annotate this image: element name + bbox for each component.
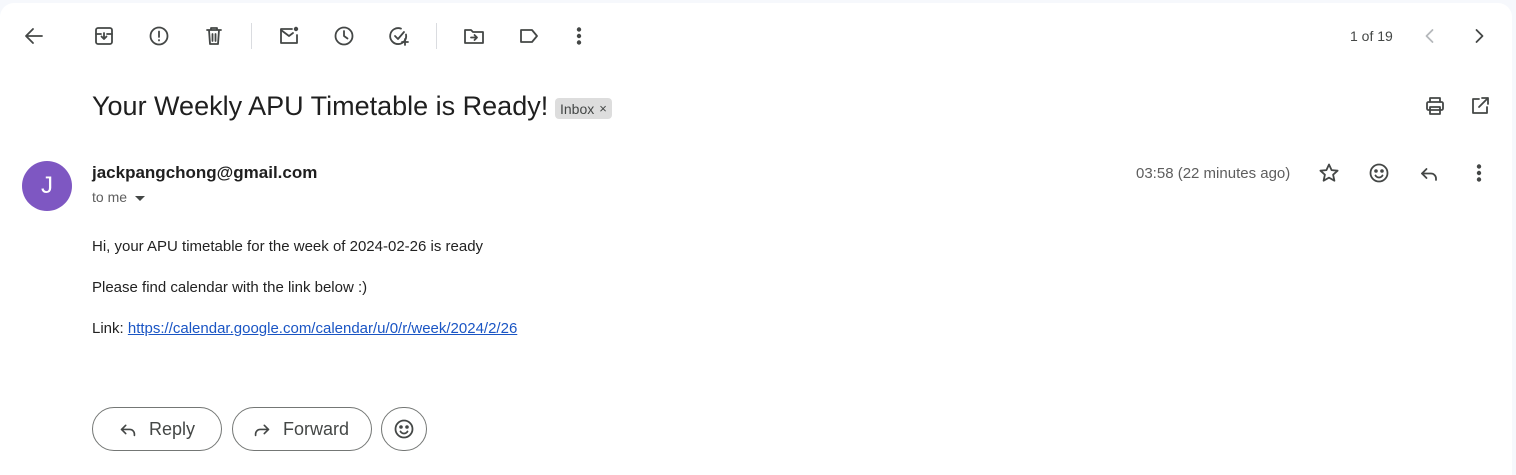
remove-label-button[interactable]: × xyxy=(599,101,607,116)
forward-label: Forward xyxy=(283,418,350,439)
archive-button[interactable] xyxy=(84,16,124,56)
star-icon xyxy=(1319,163,1339,182)
open-in-new-icon xyxy=(1472,97,1489,114)
reply-icon-button[interactable] xyxy=(1409,153,1449,193)
labels-button[interactable] xyxy=(509,16,549,56)
mark-unread-button[interactable] xyxy=(269,16,309,56)
recipient-details-toggle[interactable]: to me xyxy=(92,189,146,205)
reply-icon xyxy=(120,424,136,437)
archive-icon xyxy=(95,27,113,45)
snooze-button[interactable] xyxy=(324,16,364,56)
more-vert-icon xyxy=(1476,164,1482,182)
report-spam-icon xyxy=(149,26,169,46)
message-more-button[interactable] xyxy=(1459,153,1499,193)
delete-icon xyxy=(206,27,222,45)
more-vert-icon xyxy=(576,27,582,45)
body-greeting: Hi, your APU timetable for the week of 2… xyxy=(92,238,484,255)
delete-button[interactable] xyxy=(194,16,234,56)
link-prefix: Link: xyxy=(92,320,128,337)
reply-button[interactable]: Reply xyxy=(92,407,222,451)
emoji-reaction-button[interactable] xyxy=(381,407,427,451)
calendar-link[interactable]: https://calendar.google.com/calendar/u/0… xyxy=(128,320,517,337)
more-options-button[interactable] xyxy=(559,16,599,56)
body-instruction: Please find calendar with the link below… xyxy=(92,279,368,296)
label-chip-text: Inbox xyxy=(560,100,595,117)
body-link-line: Link: https://calendar.google.com/calend… xyxy=(92,320,517,337)
sender-avatar[interactable]: J xyxy=(22,161,72,211)
message-panel: 1 of 19 Your Weekly APU Timetable is Rea… xyxy=(0,3,1512,475)
reply-label: Reply xyxy=(149,418,196,439)
star-button[interactable] xyxy=(1309,153,1349,193)
older-button[interactable] xyxy=(1459,16,1499,56)
add-reaction-button[interactable] xyxy=(1359,153,1399,193)
chevron-right-icon xyxy=(1475,29,1484,43)
toolbar-separator xyxy=(436,23,437,49)
print-all-button[interactable] xyxy=(1415,86,1455,126)
sender-email[interactable]: jackpangchong@gmail.com xyxy=(92,163,317,183)
move-to-button[interactable] xyxy=(454,16,494,56)
mark-unread-icon xyxy=(280,26,299,44)
toolbar-separator xyxy=(251,23,252,49)
open-in-new-window-button[interactable] xyxy=(1460,86,1500,126)
chevron-left-icon xyxy=(1425,29,1434,43)
forward-icon xyxy=(254,424,270,437)
emoji-icon xyxy=(394,419,414,439)
recipient-text: to me xyxy=(92,189,128,205)
emoji-icon xyxy=(1369,163,1389,183)
add-to-tasks-button[interactable] xyxy=(379,16,419,56)
arrow-back-icon xyxy=(25,28,43,44)
inbox-label-chip[interactable]: Inbox × xyxy=(555,98,612,119)
report-spam-button[interactable] xyxy=(139,16,179,56)
back-button[interactable] xyxy=(14,16,54,56)
print-icon xyxy=(1426,97,1444,115)
add-task-icon xyxy=(389,27,409,46)
snooze-icon xyxy=(334,26,354,46)
move-to-icon xyxy=(464,29,484,44)
pager-count: 1 of 19 xyxy=(1350,28,1393,44)
caret-down-icon xyxy=(135,195,146,201)
reply-icon xyxy=(1421,168,1437,181)
email-subject: Your Weekly APU Timetable is Ready! xyxy=(92,91,549,121)
newer-button[interactable] xyxy=(1410,16,1450,56)
forward-button[interactable]: Forward xyxy=(232,407,372,451)
message-timestamp: 03:58 (22 minutes ago) xyxy=(1136,165,1291,182)
label-icon xyxy=(520,29,538,43)
